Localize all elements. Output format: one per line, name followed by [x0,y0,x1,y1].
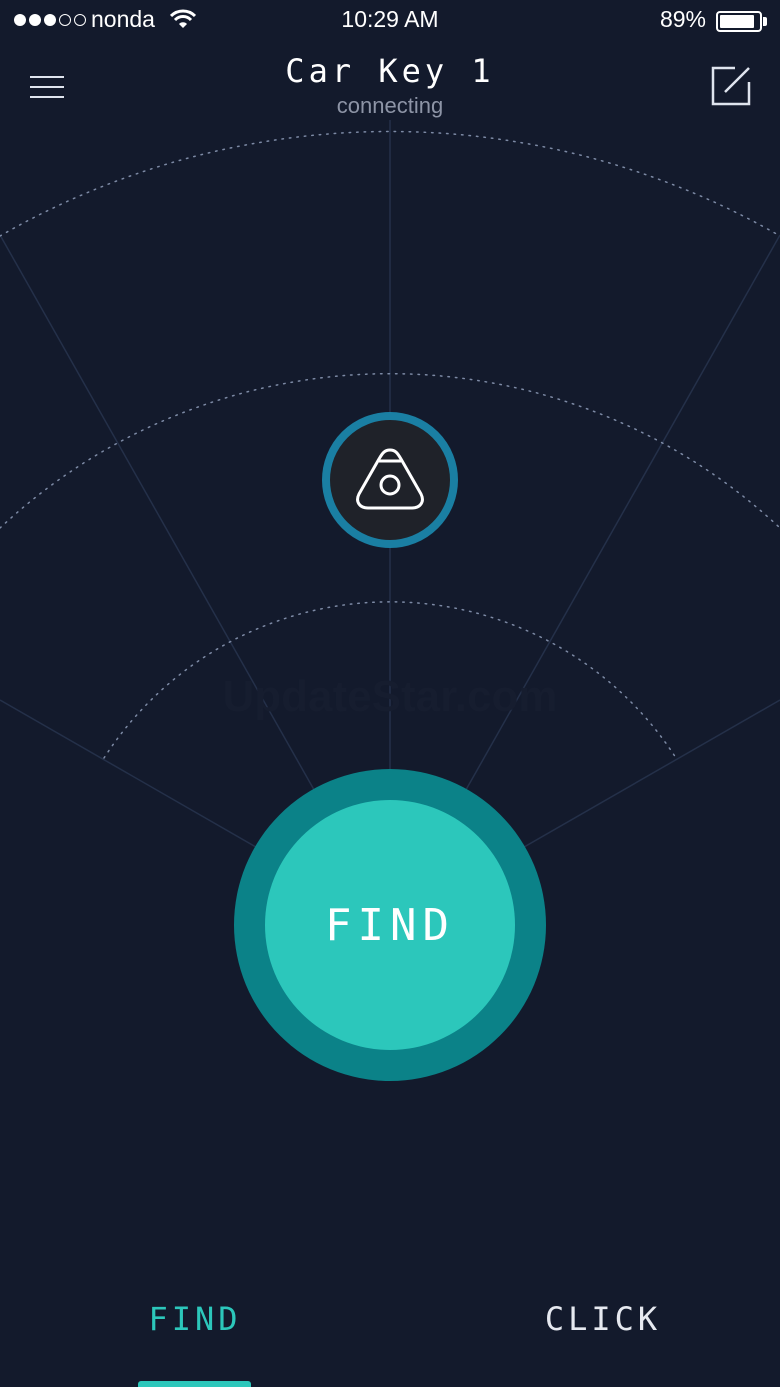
find-button[interactable]: FIND [265,800,515,1050]
battery-fill [720,15,754,28]
active-tab-indicator [138,1381,251,1387]
connection-status: connecting [336,93,444,118]
status-bar: nonda 10:29 AM 89% [0,0,780,44]
battery-icon [716,11,762,32]
radar-arc [0,130,780,237]
find-button-label: FIND [325,899,455,951]
battery-percent: 89% [659,6,706,32]
tab-find[interactable]: FIND [75,1300,315,1338]
battery-tip [763,17,767,26]
tab-click[interactable]: CLICK [483,1300,723,1338]
watermark: UpdateStar.com [222,672,558,721]
page-title: Car Key 1 [285,52,495,90]
tracker-device-button[interactable] [322,412,458,548]
edit-icon[interactable] [709,64,753,108]
triangle-tag-icon [356,448,424,510]
screen: UpdateStar.com nonda 10:29 AM 89% Car Ke… [0,0,780,1387]
